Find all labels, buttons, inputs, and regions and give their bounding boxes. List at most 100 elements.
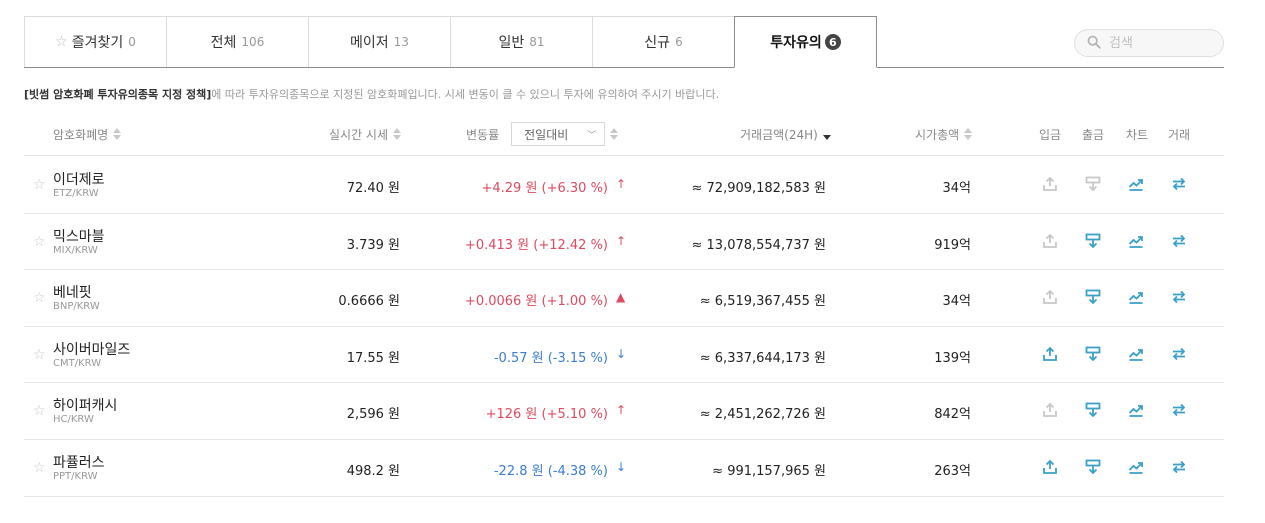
header-name[interactable]: 암호화폐명 (53, 118, 122, 150)
table-row[interactable]: ☆ 하이퍼캐시 HC/KRW 2,596 원 +126 원 (+5.10 %) ↑ ≈ 2,… (24, 383, 1224, 440)
header-cap[interactable]: 시가총액 (915, 118, 973, 150)
chart-icon[interactable] (1127, 345, 1145, 363)
chart-icon[interactable] (1127, 458, 1145, 476)
tabs-baseline (24, 67, 1224, 68)
coin-price: 0.6666 원 (338, 294, 400, 310)
header-volume[interactable]: 거래금액(24H) (740, 118, 831, 150)
coin-change: +4.29 원 (+6.30 %) (481, 181, 608, 196)
coin-change: +126 원 (+5.10 %) (485, 407, 608, 423)
trade-icon[interactable] (1170, 458, 1188, 476)
table-row[interactable]: ☆ 베네핏 BNP/KRW 0.6666 원 +0.0066 원 (+1.00 %) ▲ ≈… (24, 270, 1224, 327)
coin-price: 72.40 원 (346, 181, 400, 196)
table-header: 암호화폐명 실시간 시세 변동률 전일대비 ﹀ 거래금액(24H) 시가총액 입… (24, 118, 1224, 156)
change-period-select[interactable]: 전일대비 ﹀ (511, 122, 606, 146)
star-icon[interactable]: ☆ (33, 460, 46, 476)
coin-name[interactable]: 믹스마블 (53, 226, 105, 246)
coin-pair: BNP/KRW (53, 301, 100, 313)
sort-icon (113, 128, 122, 140)
coin-volume: ≈ 6,337,644,173 원 (699, 350, 826, 366)
coin-market-cap: 139억 (934, 350, 971, 366)
coin-market-cap: 263억 (934, 463, 971, 479)
tab-major[interactable]: 메이저 13 (308, 16, 450, 67)
coin-name[interactable]: 파퓰러스 (53, 452, 105, 472)
star-icon[interactable]: ☆ (33, 290, 46, 306)
table-row[interactable]: ☆ 믹스마블 MIX/KRW 3.739 원 +0.413 원 (+12.42 %) ↑ ≈… (24, 214, 1224, 271)
arrow-up-icon: ↑ (616, 177, 627, 191)
table-row[interactable]: ☆ 사이버마일즈 CMT/KRW 17.55 원 -0.57 원 (-3.15 %) ↓ ≈… (24, 327, 1224, 384)
coin-name[interactable]: 베네핏 (53, 282, 92, 302)
coin-name[interactable]: 이더제로 (53, 169, 105, 189)
star-icon[interactable]: ☆ (33, 403, 46, 419)
coin-change: -0.57 원 (-3.15 %) (493, 350, 608, 366)
withdraw-icon[interactable] (1084, 232, 1102, 250)
tab-new[interactable]: 신규 6 (592, 16, 734, 67)
coin-pair: HC/KRW (53, 414, 94, 426)
header-price[interactable]: 실시간 시세 (329, 118, 402, 150)
header-withdraw: 출금 (1082, 127, 1105, 142)
sort-icon[interactable] (610, 128, 619, 140)
search-icon (1087, 34, 1101, 53)
table-row[interactable]: ☆ 이더제로 ETZ/KRW 72.40 원 +4.29 원 (+6.30 %) ↑ ≈ 7… (24, 157, 1224, 214)
header-volume-label: 거래금액(24H) (740, 127, 818, 142)
tab-count: 0 (128, 35, 136, 49)
tab-label: 즐겨찾기 (71, 35, 124, 51)
withdraw-icon[interactable] (1084, 458, 1102, 476)
star-icon[interactable]: ☆ (33, 234, 46, 250)
coin-pair: PPT/KRW (53, 470, 98, 482)
table-row[interactable]: ☆ 파퓰러스 PPT/KRW 498.2 원 -22.8 원 (-4.38 %) ↓ ≈ 9… (24, 440, 1224, 497)
tab-favorites[interactable]: ☆ 즐겨찾기 0 (24, 16, 166, 67)
header-change: 변동률 전일대비 ﹀ (466, 118, 619, 150)
header-trade: 거래 (1168, 127, 1191, 142)
arrow-down-icon: ↓ (616, 346, 627, 361)
trade-icon[interactable] (1170, 401, 1188, 419)
coin-change: -22.8 원 (-4.38 %) (493, 463, 608, 479)
withdraw-icon[interactable] (1084, 345, 1102, 363)
tab-count: 6 (675, 35, 683, 49)
chart-icon[interactable] (1127, 288, 1145, 306)
deposit-icon (1041, 401, 1059, 419)
chart-icon[interactable] (1127, 401, 1145, 419)
search-input[interactable] (1109, 35, 1209, 51)
tab-label: 일반 (498, 35, 525, 51)
withdraw-icon[interactable] (1084, 288, 1102, 306)
coin-volume: ≈ 6,519,367,455 원 (699, 294, 826, 310)
header-name-label: 암호화폐명 (53, 127, 109, 142)
caution-notice: [빗썸 암호화폐 투자유의종목 지정 정책]에 따라 투자유의종목으로 지정된 … (24, 86, 719, 102)
arrow-down-icon: ↓ (616, 459, 627, 474)
arrow-up-icon: ↑ (616, 403, 627, 418)
coin-market-cap: 34억 (942, 181, 971, 196)
coin-list: ☆ 이더제로 ETZ/KRW 72.40 원 +4.29 원 (+6.30 %) ↑ ≈ 7… (24, 157, 1224, 497)
coin-market-cap: 842억 (934, 407, 971, 423)
star-icon[interactable]: ☆ (33, 177, 46, 193)
star-icon[interactable]: ☆ (33, 347, 46, 363)
coin-volume: ≈ 13,078,554,737 원 (691, 237, 827, 253)
tab-general[interactable]: 일반 81 (450, 16, 592, 67)
tab-investment-caution[interactable]: 투자유의 6 (734, 16, 877, 68)
trade-icon[interactable] (1170, 232, 1188, 250)
trade-icon[interactable] (1170, 288, 1188, 306)
coin-change: +0.0066 원 (+1.00 %) (464, 294, 608, 310)
market-tabs: ☆ 즐겨찾기 0 전체 106 메이저 13 일반 81 신규 6 투자유의 6 (24, 16, 1224, 68)
tab-count: 13 (393, 35, 409, 49)
policy-link[interactable]: [빗썸 암호화폐 투자유의종목 지정 정책] (24, 88, 211, 101)
header-change-label: 변동률 (466, 127, 500, 142)
tab-all[interactable]: 전체 106 (166, 16, 308, 67)
coin-name[interactable]: 사이버마일즈 (53, 339, 130, 359)
sort-desc-icon (822, 128, 831, 140)
withdraw-icon[interactable] (1084, 401, 1102, 419)
coin-volume: ≈ 72,909,182,583 원 (691, 181, 827, 196)
coin-name[interactable]: 하이퍼캐시 (53, 395, 117, 415)
sort-icon (393, 128, 402, 140)
header-deposit: 입금 (1039, 127, 1062, 142)
tab-count: 81 (529, 35, 545, 49)
coin-volume: ≈ 2,451,262,726 원 (699, 407, 826, 423)
chart-icon[interactable] (1127, 232, 1145, 250)
deposit-icon[interactable] (1041, 345, 1059, 363)
deposit-icon[interactable] (1041, 458, 1059, 476)
header-cap-label: 시가총액 (915, 127, 960, 142)
chart-icon[interactable] (1127, 175, 1145, 193)
trade-icon[interactable] (1170, 345, 1188, 363)
deposit-icon (1041, 288, 1059, 306)
tab-count: 106 (241, 35, 265, 49)
trade-icon[interactable] (1170, 175, 1188, 193)
